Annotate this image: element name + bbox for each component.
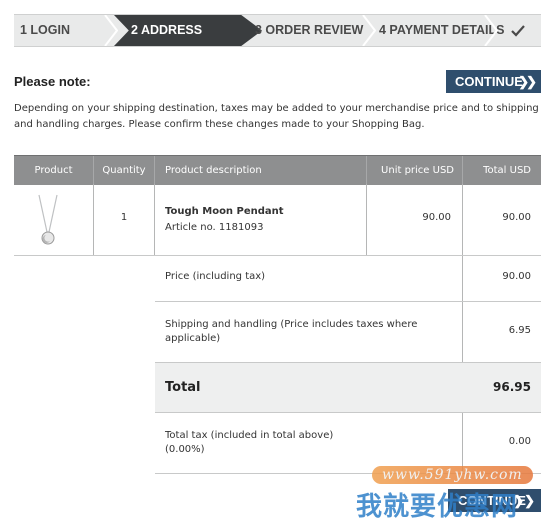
price-label: Price (including tax): [165, 271, 266, 282]
checkmark-icon: [510, 23, 526, 39]
item-name: Tough Moon Pendant: [165, 206, 284, 217]
shipping-value: 6.95: [508, 325, 531, 336]
double-chevron-right-icon: ❯❯: [518, 74, 537, 89]
step-address[interactable]: 2 ADDRESS: [131, 15, 202, 46]
item-quantity: 1: [120, 212, 128, 223]
header-unit-price: Unit price USD: [381, 165, 454, 176]
please-note-heading: Please note:: [14, 74, 91, 89]
header-description: Product description: [165, 165, 262, 176]
item-total: 90.00: [502, 212, 531, 223]
header-total: Total USD: [483, 165, 531, 176]
checkout-stepper: 1 LOGIN 2 ADDRESS 3 ORDER REVIEW 4 PAYME…: [14, 14, 541, 47]
shipping-label: Shipping and handling (Price includes ta…: [165, 319, 418, 344]
step-login-label: 1 LOGIN: [20, 23, 71, 37]
watermark-text: 我就要优惠网: [356, 492, 519, 522]
step-login[interactable]: 1 LOGIN: [20, 15, 70, 46]
step-order-review[interactable]: 3 ORDER REVIEW: [255, 15, 363, 46]
pendant-necklace-image: [38, 194, 58, 245]
site-watermark: www.591yhw.com 我就要优惠网: [352, 462, 555, 528]
price-value: 90.00: [502, 271, 531, 282]
step-separator: [104, 15, 118, 46]
item-unit-price: 90.00: [422, 212, 451, 223]
step-separator: [362, 15, 376, 46]
total-tax-value: 0.00: [508, 436, 531, 447]
step-separator: [484, 15, 498, 46]
item-article-number: Article no. 1181093: [165, 222, 264, 233]
header-product: Product: [34, 165, 73, 176]
continue-button-label: CONTINUE: [455, 74, 523, 89]
total-label: Total: [165, 380, 201, 395]
watermark-url: www.591yhw.com: [372, 466, 533, 484]
step-order-review-label: 3 ORDER REVIEW: [255, 23, 364, 37]
step-address-label: 2 ADDRESS: [131, 23, 203, 37]
shipping-tax-notice: Depending on your shipping destination, …: [14, 103, 539, 130]
total-value: 96.95: [493, 380, 531, 394]
header-quantity: Quantity: [102, 165, 146, 176]
total-tax-label: Total tax (included in total above) (0.0…: [165, 430, 334, 455]
continue-button[interactable]: CONTINUE ❯❯: [446, 70, 541, 93]
table-header-row: Product Quantity Product description Uni…: [14, 155, 541, 185]
